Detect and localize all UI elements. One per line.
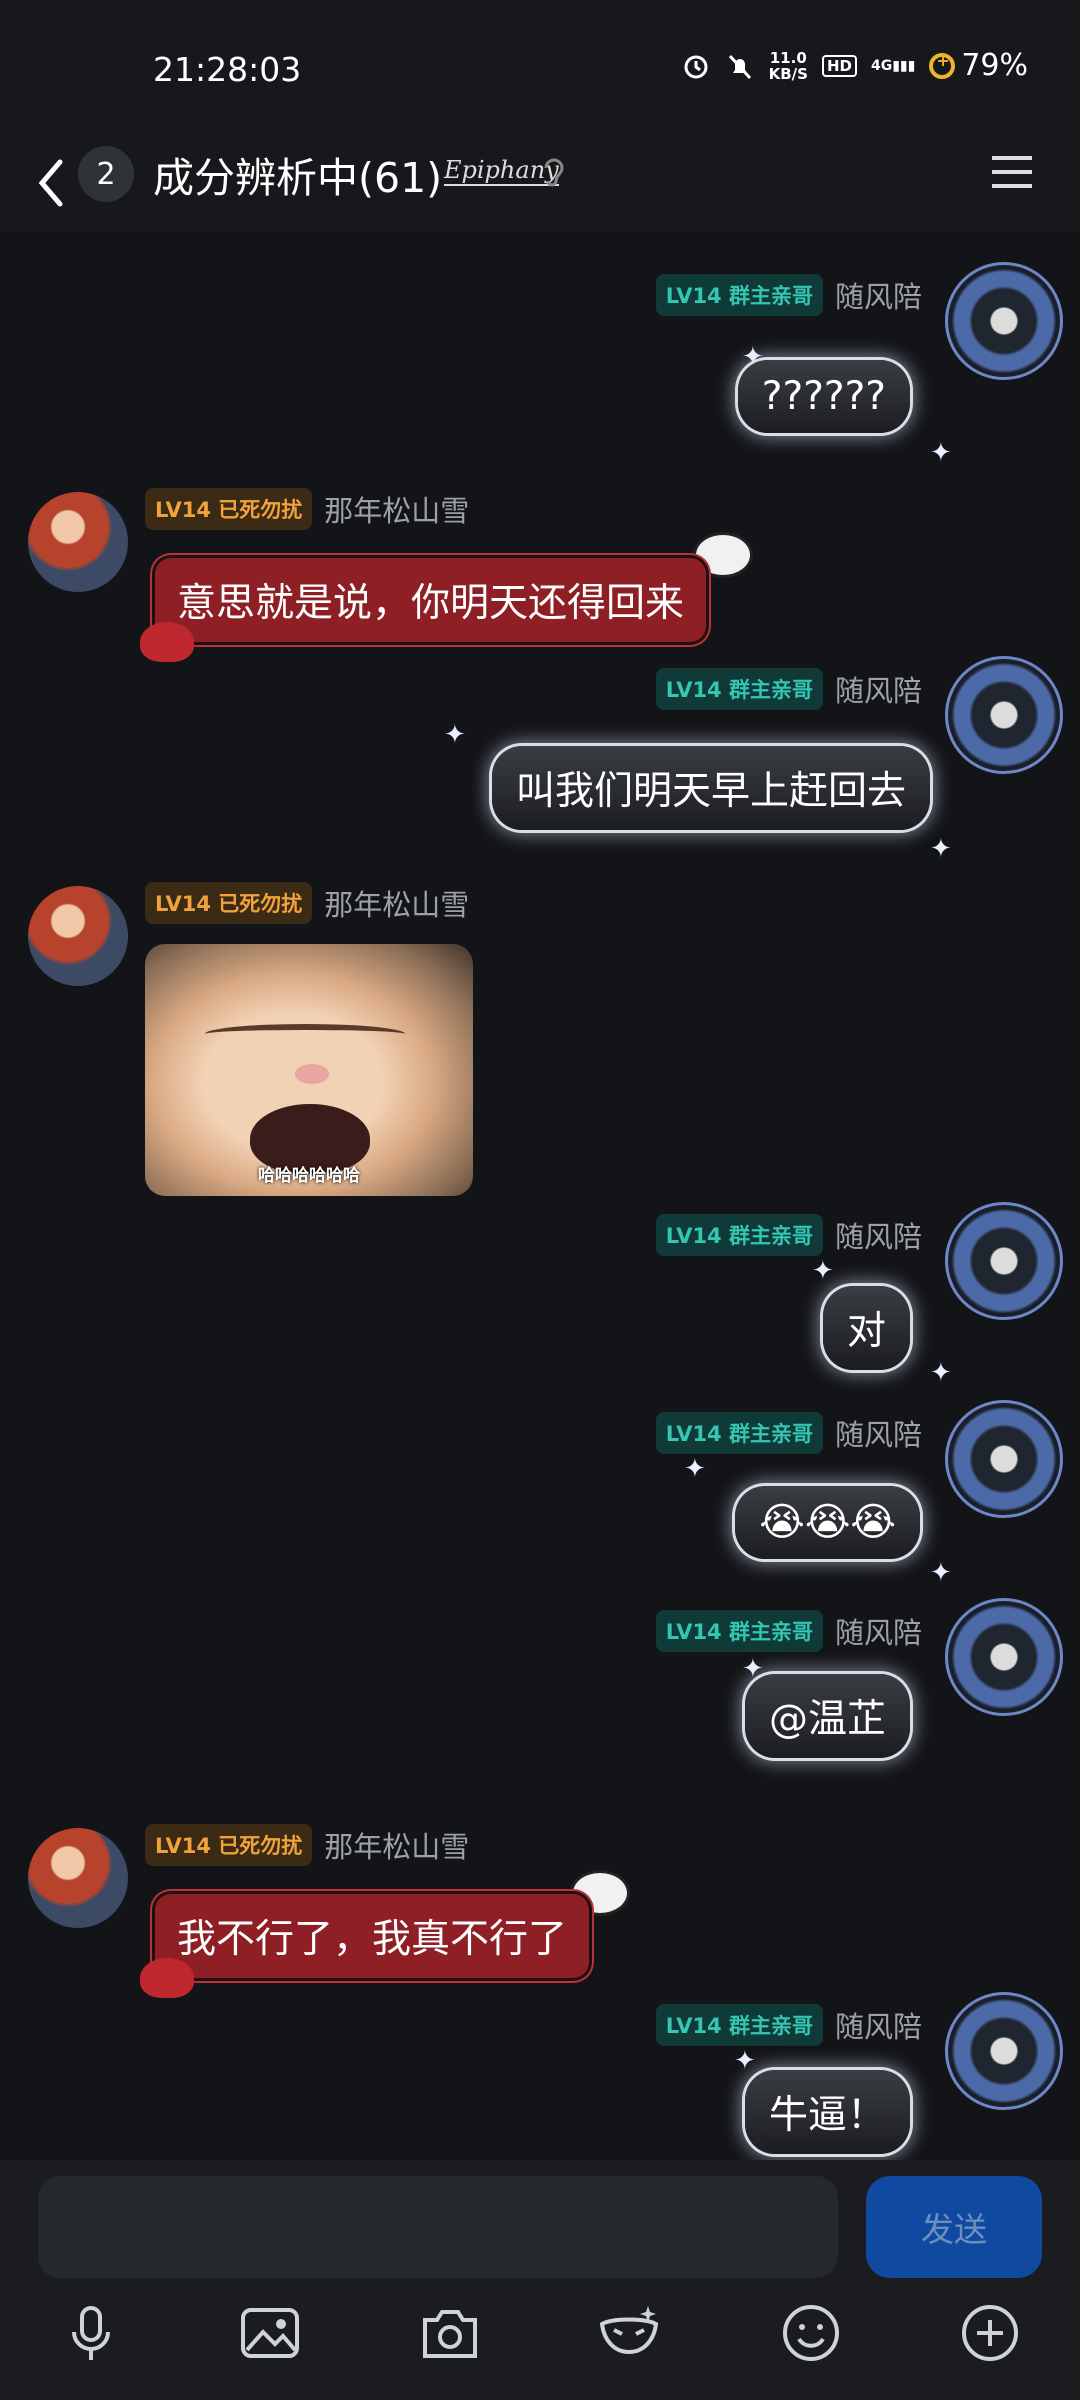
avatar[interactable]	[945, 1992, 1063, 2110]
avatar[interactable]	[945, 656, 1063, 774]
avatar[interactable]	[945, 262, 1063, 380]
sparkle-icon: ✦	[444, 720, 466, 750]
mute-bell-icon	[728, 54, 751, 79]
sparkle-icon: ✦	[734, 2046, 756, 2076]
message-bubble[interactable]: 意思就是说，你明天还得回来	[155, 558, 707, 642]
status-icons: 11.0KB/S HD 4G▮▮▮ 79%	[681, 48, 1028, 83]
input-bar: 发送	[0, 2160, 1080, 2400]
message-bubble[interactable]: ??????	[737, 360, 910, 433]
mask-icon[interactable]	[596, 2300, 662, 2366]
chat-title[interactable]: 成分辨析中(61)	[153, 144, 442, 204]
battery-indicator: 79%	[929, 48, 1028, 83]
sparkle-icon: ✦	[930, 1358, 952, 1388]
sparkle-icon: ✦	[930, 438, 952, 468]
level-badge: LV14 群主亲哥	[655, 668, 823, 710]
sticker-caption: 哈哈哈哈哈哈	[258, 1166, 360, 1186]
send-button[interactable]: 发送	[866, 2176, 1042, 2278]
menu-icon[interactable]	[990, 150, 1034, 194]
sender-name[interactable]: 随风陪	[835, 1412, 922, 1454]
level-badge: LV14 群主亲哥	[655, 1610, 823, 1652]
message-bubble[interactable]: 😭😭😭	[735, 1486, 920, 1559]
sender-name[interactable]: 那年松山雪	[324, 1824, 469, 1866]
sender-meta: LV14 已死勿扰 那年松山雪	[145, 882, 469, 924]
chat-message-list[interactable]: LV14 群主亲哥 随风陪 ✦ ?????? ✦ LV14 已死勿扰 那年松山雪…	[0, 232, 1080, 2160]
sender-meta: LV14 群主亲哥 随风陪	[655, 1412, 922, 1454]
level-badge: LV14 群主亲哥	[655, 1214, 823, 1256]
status-time: 21:28:03	[153, 50, 302, 89]
level-badge: LV14 已死勿扰	[145, 882, 313, 924]
avatar[interactable]	[945, 1598, 1063, 1716]
sender-name[interactable]: 随风陪	[835, 2004, 922, 2046]
level-badge: LV14 群主亲哥	[655, 274, 823, 316]
sparkle-icon: ✦	[930, 834, 952, 864]
toolbar	[0, 2300, 1080, 2390]
sticker-eyes	[205, 1024, 405, 1044]
sparkle-icon: ✦	[684, 1454, 706, 1484]
message-bubble[interactable]: 牛逼！	[744, 2070, 910, 2154]
unread-count-badge[interactable]: 2	[78, 146, 134, 202]
level-badge: LV14 群主亲哥	[655, 1412, 823, 1454]
sender-name[interactable]: 随风陪	[835, 1214, 922, 1256]
level-badge: LV14 已死勿扰	[145, 1824, 313, 1866]
sender-name[interactable]: 随风陪	[835, 274, 922, 316]
sender-meta: LV14 已死勿扰 那年松山雪	[145, 488, 469, 530]
emoji-icon[interactable]	[778, 2300, 844, 2366]
status-bar: 21:28:03 11.0KB/S HD 4G▮▮▮ 79%	[0, 0, 1080, 140]
avatar[interactable]	[28, 886, 128, 986]
message-input[interactable]	[38, 2176, 838, 2278]
avatar[interactable]	[28, 492, 128, 592]
sender-meta: LV14 群主亲哥 随风陪	[655, 668, 922, 710]
avatar[interactable]	[28, 1828, 128, 1928]
chat-header: 2 成分辨析中(61) Epiphany	[0, 140, 1080, 232]
avatar[interactable]	[945, 1202, 1063, 1320]
hd-badge: HD	[821, 54, 857, 77]
sparkle-icon: ✦	[812, 1256, 834, 1286]
sender-meta: LV14 群主亲哥 随风陪	[655, 1214, 922, 1256]
ear-icon[interactable]	[538, 152, 568, 192]
mic-icon[interactable]	[58, 2300, 124, 2366]
sender-meta: LV14 群主亲哥 随风陪	[655, 1610, 922, 1652]
message-bubble[interactable]: 对	[822, 1286, 910, 1370]
sticker-nose	[295, 1064, 329, 1084]
signal-icon: 4G▮▮▮	[870, 57, 916, 74]
level-badge: LV14 群主亲哥	[655, 2004, 823, 2046]
plus-circle-icon[interactable]	[957, 2300, 1023, 2366]
sender-meta: LV14 已死勿扰 那年松山雪	[145, 1824, 469, 1866]
sender-name[interactable]: 随风陪	[835, 668, 922, 710]
message-bubble[interactable]: 叫我们明天早上赶回去	[491, 746, 930, 830]
sender-name[interactable]: 那年松山雪	[324, 882, 469, 924]
back-arrow-icon[interactable]	[30, 148, 80, 218]
sender-meta: LV14 群主亲哥 随风陪	[655, 2004, 922, 2046]
sender-meta: LV14 群主亲哥 随风陪	[655, 274, 922, 316]
frog-deco-icon	[140, 622, 194, 662]
level-badge: LV14 已死勿扰	[145, 488, 313, 530]
sticker-image[interactable]: 哈哈哈哈哈哈	[145, 944, 473, 1196]
avatar[interactable]	[945, 1400, 1063, 1518]
sender-name[interactable]: 那年松山雪	[324, 488, 469, 530]
camera-icon[interactable]	[417, 2300, 483, 2366]
battery-saver-icon	[929, 51, 956, 79]
sparkle-icon: ✦	[930, 1558, 952, 1588]
message-bubble[interactable]: @温芷	[744, 1674, 910, 1758]
net-speed: 11.0 KB/S	[768, 48, 808, 83]
message-bubble[interactable]: 我不行了，我真不行了	[155, 1894, 590, 1978]
frog-deco-icon	[140, 1958, 194, 1998]
sender-name[interactable]: 随风陪	[835, 1610, 922, 1652]
alarm-icon	[684, 55, 708, 78]
image-icon[interactable]	[237, 2300, 303, 2366]
